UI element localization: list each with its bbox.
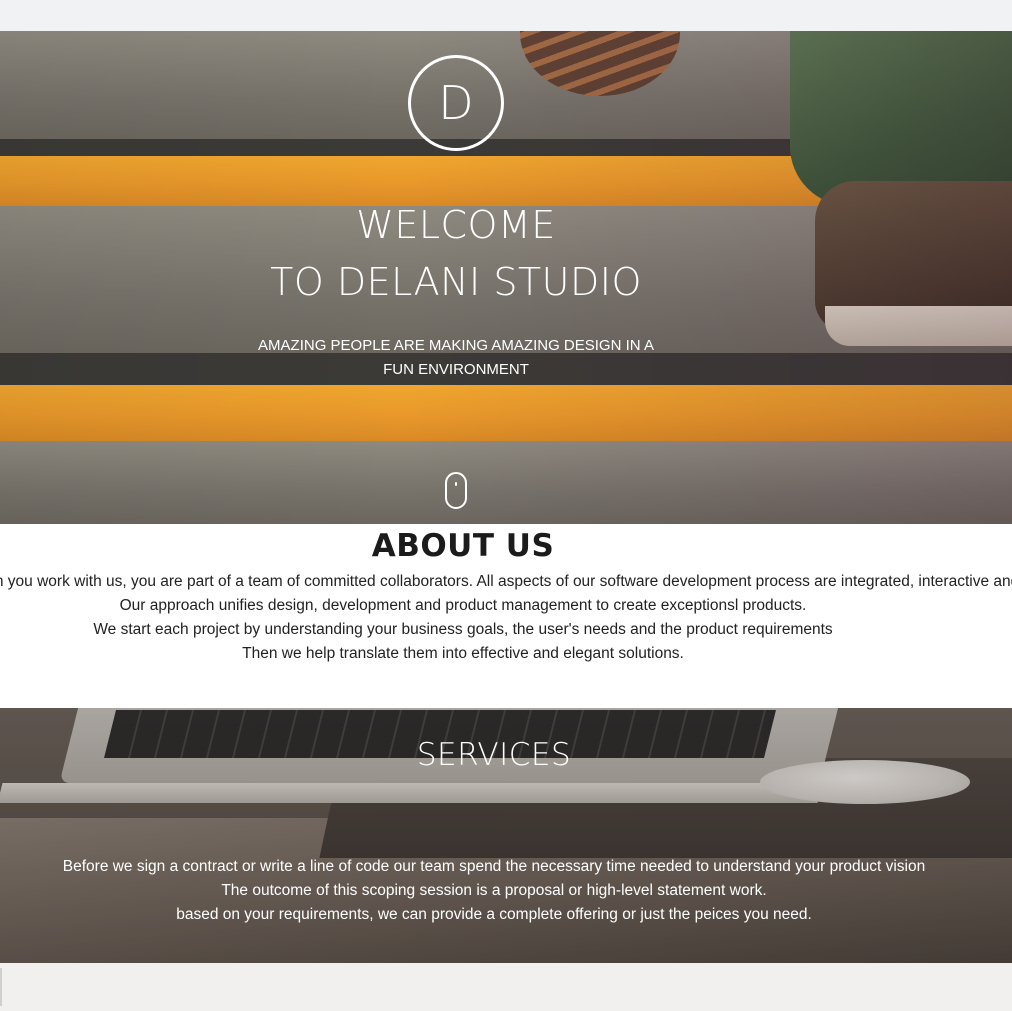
services-section: SERVICES Before we sign a contract or wr… [0, 708, 1012, 963]
hero-subtitle-line2: FUN ENVIRONMENT [383, 361, 529, 378]
about-line: Our approach unifies design, development… [119, 597, 807, 614]
services-line: based on your requirements, we can provi… [176, 906, 812, 923]
bottom-strip [0, 963, 1012, 1011]
hero-subtitle-line1: AMAZING PEOPLE ARE MAKING AMAZING DESIGN… [258, 337, 654, 354]
about-text: When you work with us, you are part of a… [0, 570, 1012, 666]
about-line: When you work with us, you are part of a… [0, 573, 1012, 590]
services-text: Before we sign a contract or write a lin… [0, 855, 994, 927]
bottom-edge-divider [0, 968, 2, 1006]
mouse-scroll-icon[interactable] [445, 472, 467, 509]
about-line: We start each project by understanding y… [93, 621, 833, 638]
hero-title: WELCOME TO DELANI STUDIO [156, 197, 756, 311]
hero-subtitle: AMAZING PEOPLE ARE MAKING AMAZING DESIGN… [236, 334, 676, 382]
about-line: Then we help translate them into effecti… [242, 645, 684, 662]
hero-title-line1: WELCOME [356, 203, 556, 247]
hero-section: D WELCOME TO DELANI STUDIO AMAZING PEOPL… [0, 31, 1012, 524]
studio-logo[interactable]: D [408, 55, 504, 151]
logo-letter: D [438, 76, 474, 130]
services-line: Before we sign a contract or write a lin… [62, 858, 926, 875]
services-title: SERVICES [416, 737, 572, 773]
about-title: ABOUT US [371, 528, 555, 564]
top-strip [0, 0, 1012, 31]
hero-title-line2: TO DELANI STUDIO [270, 260, 642, 304]
about-section: ABOUT US When you work with us, you are … [0, 524, 1012, 708]
services-line: The outcome of this scoping session is a… [221, 882, 767, 899]
